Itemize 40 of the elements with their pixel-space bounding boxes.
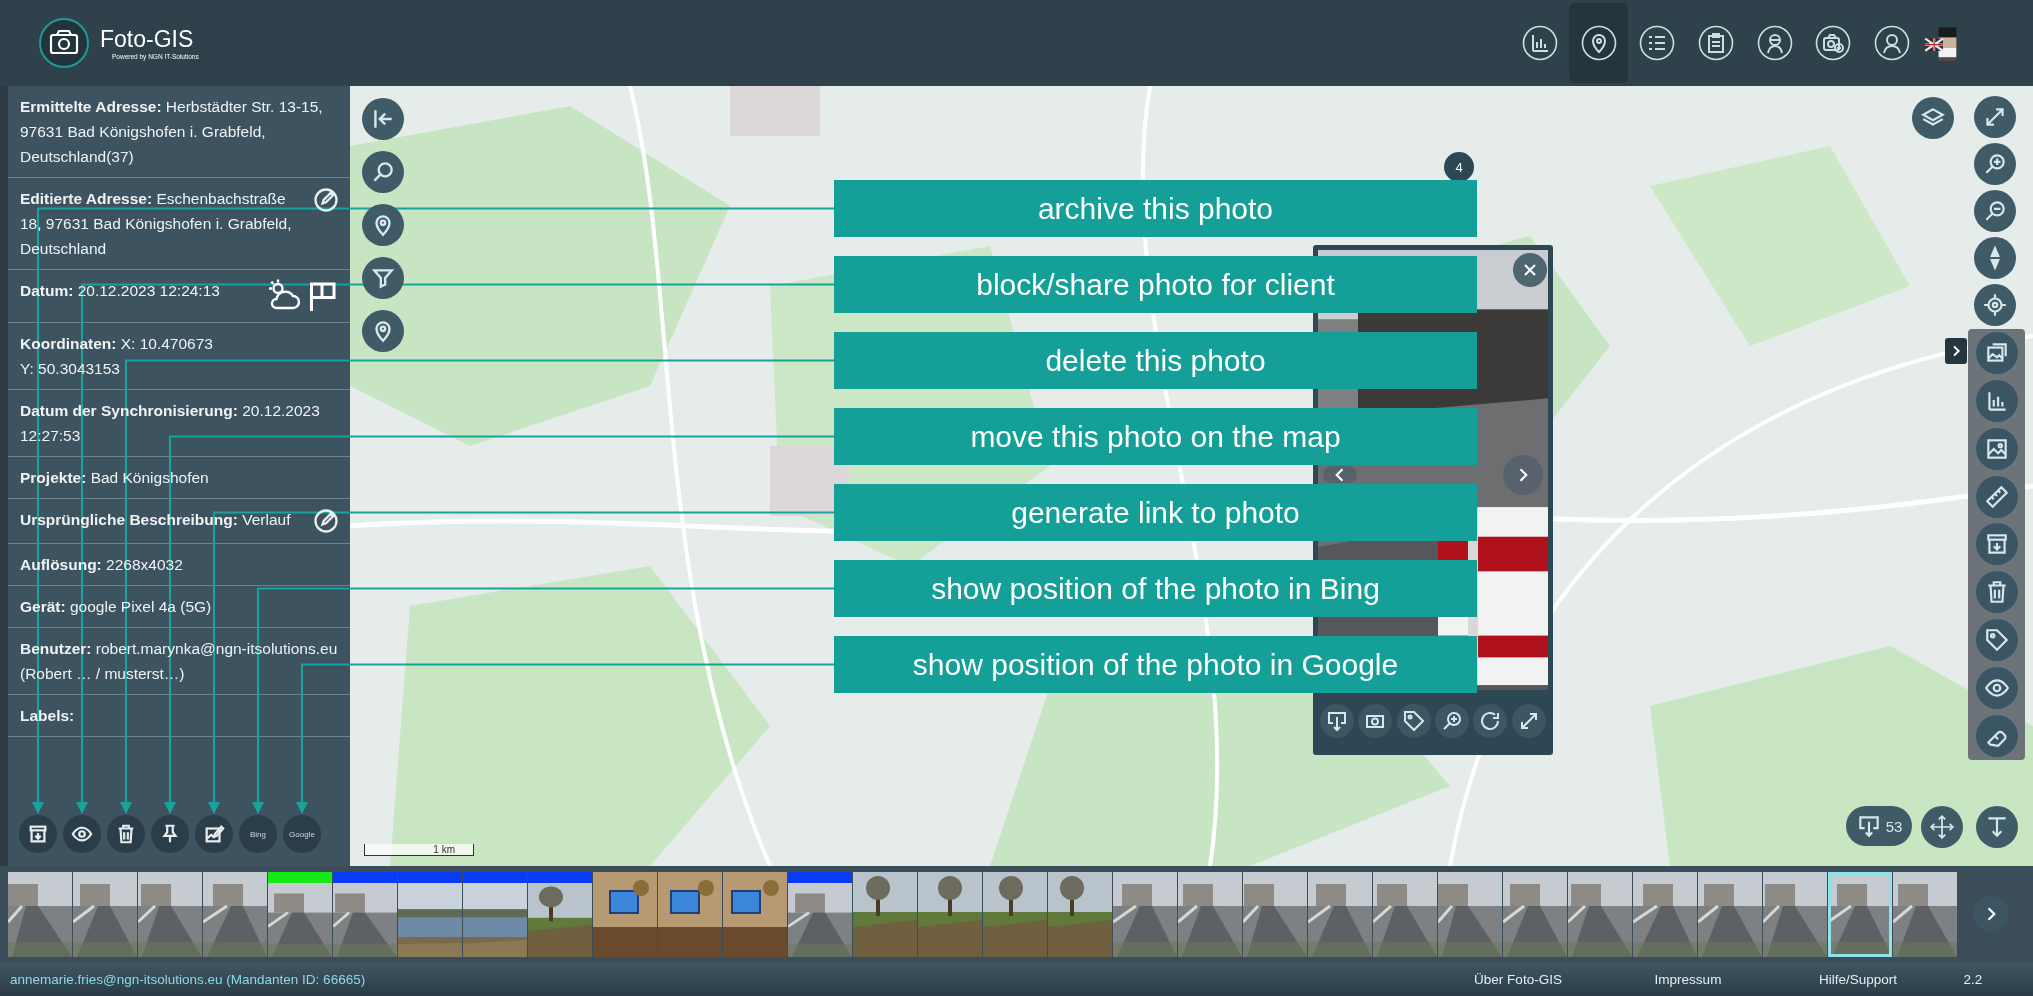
pin-button[interactable] (151, 815, 189, 853)
detail-text: (Robert … / musterst…) (20, 664, 186, 684)
detail-text: Datum der Synchronisierung: 20.12.2023 12:27:53 (20, 401, 321, 446)
detail-text: Benutzer: robert.marynka@ngn-itsolutions.eu (20, 639, 339, 659)
detail-text: Projekte: Bad Königshofen (20, 468, 210, 488)
footer-link[interactable]: Impressum (1603, 972, 1773, 987)
edit-icon[interactable] (312, 507, 340, 535)
footer-link[interactable]: Über Foto-GIS (1433, 972, 1603, 987)
list-icon (1639, 25, 1676, 61)
map-icon (1580, 25, 1617, 61)
detail-text: Labels: (20, 706, 76, 726)
detail-text: Ursprüngliche Beschreibung: Verlauf (20, 510, 292, 530)
user-icon (1873, 25, 1910, 61)
agent-icon (1756, 25, 1793, 61)
app-title: Foto-GIS (100, 26, 195, 53)
detail-text: Editierte Adresse: Eschenbachstraße 18, 97631 Bad Königshofen i. Grabfeld, Deutschland (20, 189, 293, 259)
detail-text: Koordinaten: X: 10.470673 (20, 334, 214, 354)
version-text: 2.2 (1962, 972, 1984, 987)
edit-image-button[interactable] (195, 815, 233, 853)
camera-logo-icon (38, 17, 90, 69)
archive-button[interactable] (19, 815, 57, 853)
detail-text: Auflösung: 2268x4032 (20, 555, 184, 575)
eye-button[interactable] (63, 815, 101, 853)
map-link-button[interactable]: Bing (239, 815, 277, 853)
detail-text: Ermittelte Adresse: Herbstädter Str. 13-15, 97631 Bad Königshofen i. Grabfeld, Deutschland(37) (20, 97, 324, 167)
user-info: annemarie.fries@ngn-itsolutions.eu (Mandanten ID: 66665) (10, 972, 366, 987)
map-tab[interactable] (1569, 3, 1629, 83)
edit-image-icon (203, 823, 225, 845)
detail-text: Gerät: google Pixel 4a (5G) (20, 597, 213, 617)
footer-link[interactable]: Hilfe/Support (1773, 972, 1943, 987)
map-link-button[interactable]: Google (283, 815, 321, 853)
delete-button[interactable] (107, 815, 145, 853)
detail-text: Datum: 20.12.2023 12:24:13 (20, 281, 221, 301)
edit-icon[interactable] (312, 186, 340, 214)
statistics-icon (1522, 25, 1559, 61)
archive-icon (27, 823, 49, 845)
add-photo-icon (1815, 25, 1852, 61)
detail-text: Y: 50.3043153 (20, 359, 121, 379)
clipboard-icon (1697, 25, 1734, 61)
next-button[interactable] (1973, 896, 2009, 932)
